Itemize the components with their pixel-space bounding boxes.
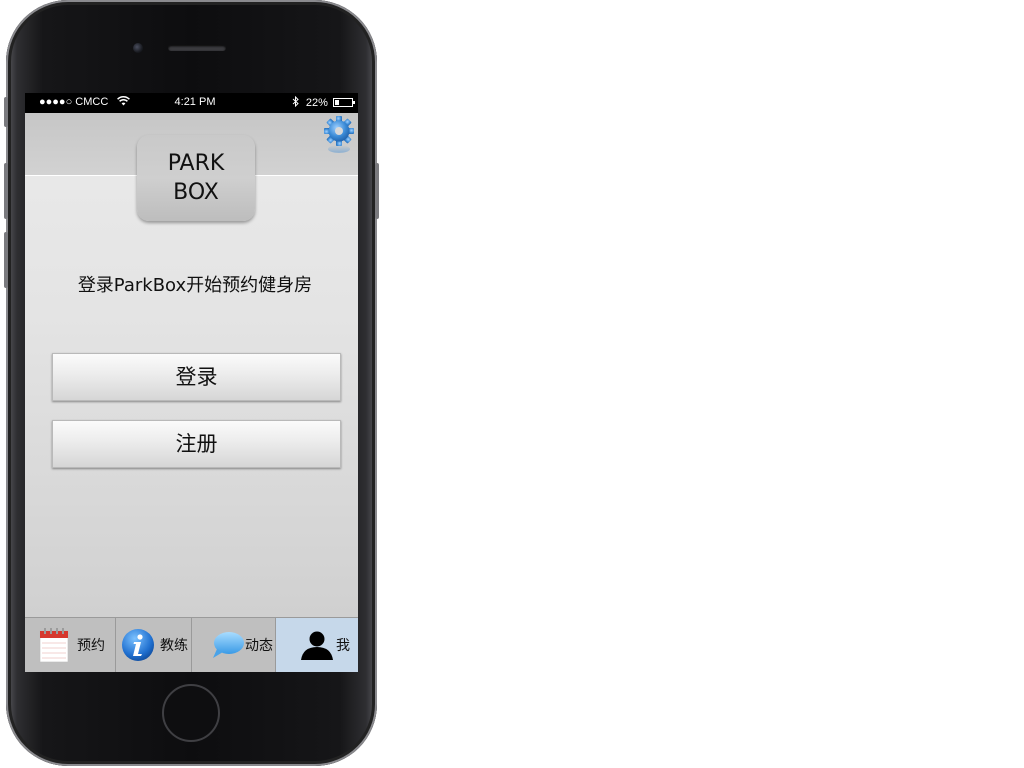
logo-line1: PARK: [167, 151, 225, 176]
bluetooth-icon: [292, 95, 299, 108]
person-icon: [301, 631, 333, 660]
status-bar: ●●●●○ CMCC 4:21 PM 22%: [25, 93, 358, 113]
front-camera: [133, 43, 143, 53]
register-button[interactable]: 注册: [52, 420, 341, 468]
logo-line2: BOX: [173, 180, 219, 205]
tab-booking[interactable]: 预约: [25, 618, 116, 672]
settings-gear-icon[interactable]: [324, 116, 354, 160]
tab-bar: 预约 教练 动态 我: [25, 617, 358, 672]
power-button: [375, 163, 379, 219]
tab-coach[interactable]: 教练: [116, 618, 192, 672]
info-icon: [122, 629, 154, 661]
login-prompt-text: 登录ParkBox开始预约健身房: [77, 275, 313, 296]
mute-switch: [4, 97, 8, 127]
phone-frame: ●●●●○ CMCC 4:21 PM 22% PARK BOX 登录ParkBo…: [4, 0, 379, 766]
login-button[interactable]: 登录: [52, 353, 341, 401]
home-button[interactable]: [162, 684, 220, 742]
earpiece-speaker: [168, 45, 226, 51]
tab-activity[interactable]: 动态: [192, 618, 276, 672]
screen: ●●●●○ CMCC 4:21 PM 22% PARK BOX 登录ParkBo…: [25, 93, 358, 672]
tab-booking-label: 预约: [77, 638, 105, 654]
battery-icon: [333, 98, 355, 107]
tab-coach-label: 教练: [160, 638, 188, 654]
main-content: PARK BOX 登录ParkBox开始预约健身房 登录 注册: [25, 113, 358, 617]
battery-percent: 22%: [305, 97, 328, 109]
speech-bubble-icon: [213, 632, 244, 658]
parkbox-logo: PARK BOX: [137, 135, 255, 221]
status-right: 22%: [292, 95, 355, 109]
tab-activity-label: 动态: [245, 638, 273, 654]
calendar-icon: [39, 628, 69, 663]
tab-me-label: 我: [336, 638, 350, 654]
volume-down-button: [4, 232, 8, 288]
volume-up-button: [4, 163, 8, 219]
tab-me[interactable]: 我: [276, 618, 358, 672]
